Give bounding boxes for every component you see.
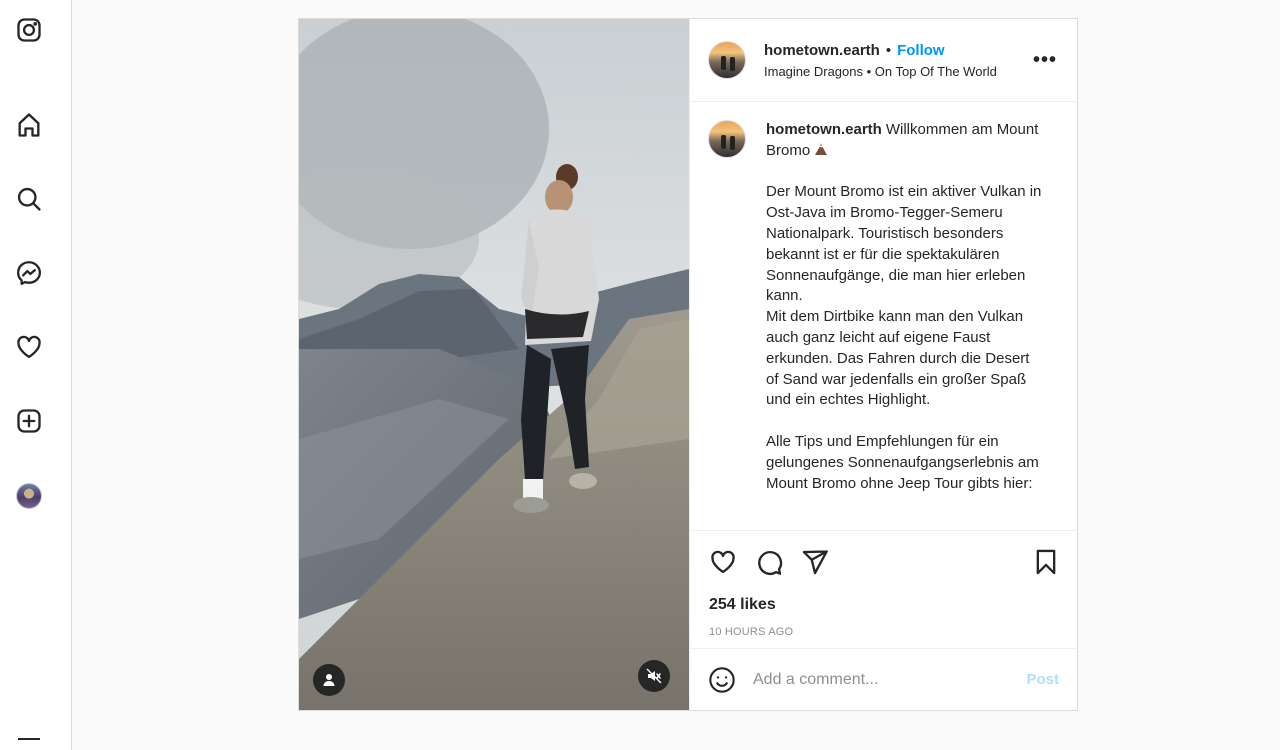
bookmark-icon [1036, 549, 1056, 574]
post-card: hometown.earth • Follow Imagine Dragons … [298, 18, 1078, 711]
comment-box: Post [690, 648, 1077, 710]
post-video[interactable] [299, 19, 689, 710]
mute-toggle-button[interactable] [638, 660, 670, 692]
post-side-panel: hometown.earth • Follow Imagine Dragons … [689, 19, 1077, 710]
comment-button[interactable] [754, 547, 784, 577]
emoji-picker-icon[interactable] [708, 666, 736, 694]
author-avatar[interactable] [708, 41, 746, 79]
create-post-icon[interactable] [14, 406, 44, 436]
caption: hometown.earth Willkommen am Mount Bromo … [766, 120, 1046, 530]
muted-speaker-icon [646, 668, 662, 684]
comment-input[interactable] [753, 670, 1003, 689]
follow-button[interactable]: Follow [897, 42, 945, 59]
post-comment-button[interactable]: Post [1026, 671, 1059, 688]
share-button[interactable] [800, 547, 830, 577]
separator-dot: • [885, 41, 892, 59]
caption-body: Der Mount Bromo ist ein aktiver Vulkan i… [766, 183, 1042, 492]
menu-icon[interactable] [18, 738, 40, 750]
messenger-icon[interactable] [14, 258, 44, 288]
home-icon[interactable] [14, 110, 44, 140]
profile-avatar[interactable] [14, 481, 44, 511]
post-timestamp[interactable]: 10 HOURS AGO [690, 618, 1077, 648]
post-actions [690, 530, 1077, 592]
like-button[interactable] [708, 547, 738, 577]
notifications-heart-icon[interactable] [14, 332, 44, 362]
volcano-emoji-icon [815, 142, 828, 155]
comment-icon [758, 550, 783, 575]
send-icon [802, 549, 828, 574]
more-options-icon[interactable]: ••• [1033, 49, 1057, 72]
caption-username[interactable]: hometown.earth [766, 121, 882, 138]
search-icon[interactable] [14, 184, 44, 214]
caption-author-avatar[interactable] [708, 120, 746, 158]
post-header: hometown.earth • Follow Imagine Dragons … [690, 19, 1077, 102]
audio-track-link[interactable]: Imagine Dragons • On Top Of The World [764, 64, 997, 79]
tagged-user-button[interactable] [313, 664, 345, 696]
caption-area: hometown.earth Willkommen am Mount Bromo … [690, 102, 1077, 530]
author-username[interactable]: hometown.earth [764, 42, 880, 59]
save-button[interactable] [1031, 547, 1061, 577]
instagram-icon[interactable] [14, 15, 44, 45]
video-frame-illustration [299, 19, 689, 710]
user-icon [323, 674, 335, 686]
likes-count[interactable]: 254 likes [690, 592, 1077, 618]
heart-icon [711, 550, 735, 573]
left-navigation-rail [0, 0, 72, 750]
